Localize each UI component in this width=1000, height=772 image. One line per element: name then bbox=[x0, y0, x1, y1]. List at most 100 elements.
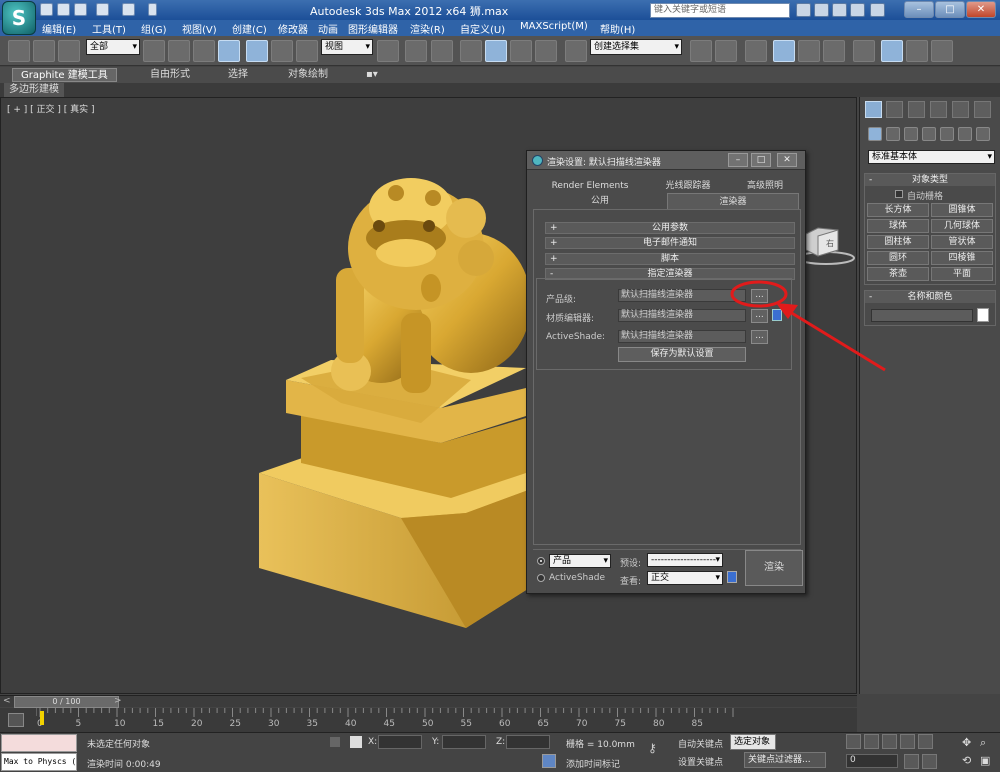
add-time-tag[interactable]: 添加时间标记 bbox=[566, 757, 620, 770]
systems-icon[interactable] bbox=[976, 127, 990, 141]
dialog-close-button[interactable]: ✕ bbox=[777, 153, 797, 167]
time-config-icon[interactable] bbox=[922, 754, 937, 769]
choose-production-renderer-button[interactable]: ... bbox=[751, 289, 768, 303]
cylinder-button[interactable]: 圆柱体 bbox=[867, 235, 929, 249]
dialog-title-bar[interactable]: 渲染设置: 默认扫描线渲染器 – □ ✕ bbox=[527, 151, 805, 170]
pivot-center-icon[interactable] bbox=[377, 40, 399, 62]
percent-snap-icon[interactable] bbox=[510, 40, 532, 62]
select-by-name-icon[interactable] bbox=[168, 40, 190, 62]
customize-qa-icon[interactable] bbox=[148, 3, 157, 16]
ribbon-options-icon[interactable]: ▪▾ bbox=[358, 68, 386, 82]
object-type-header[interactable]: - 对象类型 bbox=[865, 174, 995, 186]
bind-space-warp-icon[interactable] bbox=[58, 40, 80, 62]
tab-render-elements[interactable]: Render Elements bbox=[535, 178, 645, 194]
space-warps-icon[interactable] bbox=[958, 127, 972, 141]
polygon-modeling-label[interactable]: 多边形建模 bbox=[4, 83, 64, 97]
menu-help[interactable]: 帮助(H) bbox=[600, 21, 635, 36]
rectangular-selection-icon[interactable] bbox=[193, 40, 215, 62]
select-and-move-icon[interactable] bbox=[246, 40, 268, 62]
absolute-mode-icon[interactable] bbox=[350, 736, 362, 748]
favorites-icon[interactable] bbox=[850, 3, 865, 17]
layer-manager-icon[interactable] bbox=[745, 40, 767, 62]
primitive-category-dropdown[interactable]: 标准基本体 bbox=[868, 150, 995, 164]
lights-icon[interactable] bbox=[904, 127, 918, 141]
select-object-icon[interactable] bbox=[143, 40, 165, 62]
maxscript-output[interactable]: Max to Physcs ( bbox=[1, 753, 77, 771]
minimize-button[interactable]: – bbox=[904, 1, 934, 18]
mode-activeshade-radio[interactable] bbox=[537, 574, 545, 582]
menu-customize[interactable]: 自定义(U) bbox=[460, 21, 505, 36]
current-frame-marker[interactable] bbox=[40, 711, 44, 725]
save-file-icon[interactable] bbox=[74, 3, 87, 16]
track-bar[interactable]: 0510152025303540455055606570758085 bbox=[0, 708, 857, 732]
render-button[interactable]: 渲染 bbox=[745, 550, 803, 586]
teapot-button[interactable]: 茶壶 bbox=[867, 267, 929, 281]
menu-views[interactable]: 视图(V) bbox=[182, 21, 217, 36]
unlink-icon[interactable] bbox=[33, 40, 55, 62]
open-file-icon[interactable] bbox=[57, 3, 70, 16]
align-icon[interactable] bbox=[715, 40, 737, 62]
help-icon[interactable] bbox=[870, 3, 885, 17]
object-color-swatch[interactable] bbox=[977, 308, 989, 322]
menu-tools[interactable]: 工具(T) bbox=[92, 21, 126, 36]
lock-selection-icon[interactable] bbox=[330, 737, 340, 747]
play-icon[interactable] bbox=[882, 734, 897, 749]
render-mode-dropdown[interactable]: 产品 bbox=[549, 554, 611, 568]
geosphere-button[interactable]: 几何球体 bbox=[931, 219, 993, 233]
spinner-snap-icon[interactable] bbox=[535, 40, 557, 62]
orbit-icon[interactable]: ⟲ bbox=[962, 754, 971, 767]
search-input[interactable]: 键入关键字或短语 bbox=[650, 3, 790, 18]
save-as-defaults-button[interactable]: 保存为默认设置 bbox=[618, 347, 746, 362]
utilities-panel-icon[interactable] bbox=[974, 101, 991, 118]
lock-icon[interactable] bbox=[772, 309, 782, 321]
manipulate-icon[interactable] bbox=[405, 40, 427, 62]
prev-frame-icon[interactable] bbox=[864, 734, 879, 749]
select-and-scale-icon[interactable] bbox=[296, 40, 318, 62]
next-frame-icon[interactable] bbox=[900, 734, 915, 749]
tab-renderer[interactable]: 渲染器 bbox=[667, 193, 799, 209]
tab-selection[interactable]: 选择 bbox=[220, 68, 256, 82]
close-button[interactable]: ✕ bbox=[966, 1, 996, 18]
schematic-view-icon[interactable] bbox=[823, 40, 845, 62]
menu-graph-editors[interactable]: 图形编辑器 bbox=[348, 21, 398, 36]
render-setup-icon[interactable] bbox=[881, 40, 903, 62]
rollout-common-parameters[interactable]: + 公用参数 bbox=[545, 222, 795, 234]
communication-icon[interactable] bbox=[832, 3, 847, 17]
search-icon[interactable] bbox=[796, 3, 811, 17]
shapes-icon[interactable] bbox=[886, 127, 900, 141]
mirror-icon[interactable] bbox=[690, 40, 712, 62]
auto-key-label[interactable]: 自动关键点 bbox=[678, 737, 723, 750]
tab-common[interactable]: 公用 bbox=[535, 193, 665, 209]
choose-activeshade-renderer-button[interactable]: ... bbox=[751, 330, 768, 344]
link-icon[interactable] bbox=[8, 40, 30, 62]
menu-modifiers[interactable]: 修改器 bbox=[278, 21, 308, 36]
tab-raytracer[interactable]: 光线跟踪器 bbox=[647, 178, 729, 194]
keyboard-shortcut-icon[interactable] bbox=[431, 40, 453, 62]
torus-button[interactable]: 圆环 bbox=[867, 251, 929, 265]
angle-snap-icon[interactable] bbox=[485, 40, 507, 62]
redo-icon[interactable] bbox=[122, 3, 135, 16]
mode-production-radio[interactable] bbox=[537, 557, 545, 565]
reference-coord-dropdown[interactable]: 视图 bbox=[321, 39, 373, 55]
subscription-icon[interactable] bbox=[814, 3, 829, 17]
key-filters-button[interactable]: 关键点过滤器... bbox=[744, 752, 826, 768]
lock-view-icon[interactable] bbox=[727, 571, 737, 583]
x-coordinate-field[interactable] bbox=[378, 735, 422, 749]
menu-maxscript[interactable]: MAXScript(M) bbox=[520, 21, 588, 32]
render-production-icon[interactable] bbox=[931, 40, 953, 62]
helpers-icon[interactable] bbox=[940, 127, 954, 141]
rollout-email-notifications[interactable]: + 电子邮件通知 bbox=[545, 237, 795, 249]
rendered-frame-window-icon[interactable] bbox=[906, 40, 928, 62]
key-mode-toggle-icon[interactable] bbox=[904, 754, 919, 769]
rollout-scripts[interactable]: + 脚本 bbox=[545, 253, 795, 265]
maximize-button[interactable]: □ bbox=[935, 1, 965, 18]
cone-button[interactable]: 圆锥体 bbox=[931, 203, 993, 217]
cameras-icon[interactable] bbox=[922, 127, 936, 141]
name-color-header[interactable]: - 名称和颜色 bbox=[865, 291, 995, 303]
choose-material-editor-renderer-button[interactable]: ... bbox=[751, 309, 768, 323]
edit-named-selection-icon[interactable] bbox=[565, 40, 587, 62]
material-editor-icon[interactable] bbox=[853, 40, 875, 62]
view-dropdown[interactable]: 正交 bbox=[647, 571, 723, 585]
tab-advanced-lighting[interactable]: 高级照明 bbox=[731, 178, 799, 194]
snap-toggle-icon[interactable] bbox=[460, 40, 482, 62]
